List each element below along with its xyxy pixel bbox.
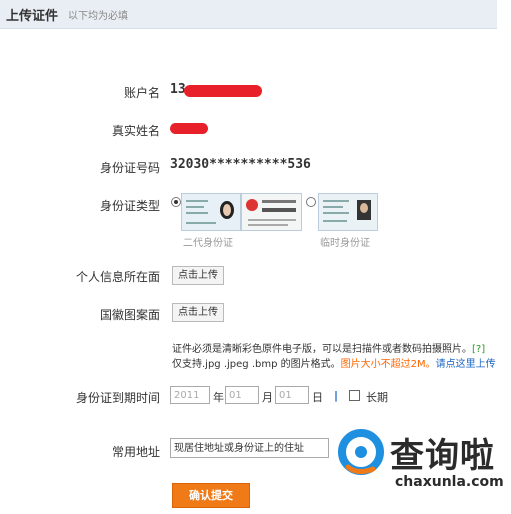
expiry-day-input[interactable]: 01 <box>275 386 309 404</box>
long-term-checkbox[interactable] <box>349 390 360 401</box>
caption-temporary: 临时身份证 <box>320 238 370 249</box>
section-title: 上传证件 <box>6 9 59 24</box>
address-label: 常用地址 <box>111 445 160 459</box>
upload-emblem-button[interactable]: 点击上传 <box>172 303 224 322</box>
caption-second-gen: 二代身份证 <box>183 238 233 249</box>
id-card-back-image <box>241 193 302 231</box>
upload-personal-info-button[interactable]: 点击上传 <box>172 266 224 285</box>
help-question-link[interactable]: [?] <box>472 344 485 355</box>
expiry-day-unit: 日 <box>312 391 323 404</box>
help-upload-link[interactable]: 请点这里上传 <box>436 359 496 370</box>
chaxunla-logo-icon <box>335 427 387 479</box>
help-size-limit: 图片大小不超过2M。 <box>340 359 436 370</box>
account-label: 账户名 <box>123 86 160 100</box>
id-type-radio-second-gen[interactable] <box>171 197 181 207</box>
real-name-redaction <box>170 123 208 134</box>
expiry-separator: | <box>334 389 339 402</box>
expiry-month-input[interactable]: 01 <box>225 386 259 404</box>
real-name-label: 真实姓名 <box>111 124 160 138</box>
expiry-year-input[interactable]: 2011 <box>170 386 210 404</box>
emblem-side-label: 国徽图案面 <box>99 308 160 322</box>
help-format-text: 仅支持.jpg .jpeg .bmp 的图片格式。 <box>172 359 341 370</box>
expiry-label: 身份证到期时间 <box>75 391 160 405</box>
personal-info-side-label: 个人信息所在面 <box>75 270 160 284</box>
account-redaction <box>184 85 262 97</box>
help-line-2: 仅支持.jpg .jpeg .bmp 的图片格式。图片大小不超过2M。请点这里上… <box>172 355 496 370</box>
id-number-value: 32030**********536 <box>170 157 311 172</box>
long-term-label: 长期 <box>366 391 388 404</box>
temporary-id-image <box>318 193 378 231</box>
expiry-month-unit: 月 <box>262 391 273 404</box>
watermark-name: 查询啦 <box>390 436 495 476</box>
watermark-url: chaxunla.com <box>395 474 504 490</box>
submit-button[interactable]: 确认提交 <box>172 483 250 508</box>
id-card-front-image <box>181 193 241 231</box>
help-requirement-text: 证件必须是清晰彩色原件电子版，可以是扫描件或者数码拍摄照片。 <box>172 344 472 355</box>
required-note: 以下均为必填 <box>68 11 128 22</box>
id-type-label: 身份证类型 <box>99 199 160 213</box>
section-header: 上传证件 以下均为必填 <box>0 0 497 29</box>
id-type-radio-temporary[interactable] <box>306 197 316 207</box>
expiry-year-unit: 年 <box>213 391 224 404</box>
help-line-1: 证件必须是清晰彩色原件电子版，可以是扫描件或者数码拍摄照片。[?] <box>172 340 485 355</box>
address-input[interactable]: 现居住地址或身份证上的住址 <box>170 438 329 458</box>
id-number-label: 身份证号码 <box>99 161 160 175</box>
